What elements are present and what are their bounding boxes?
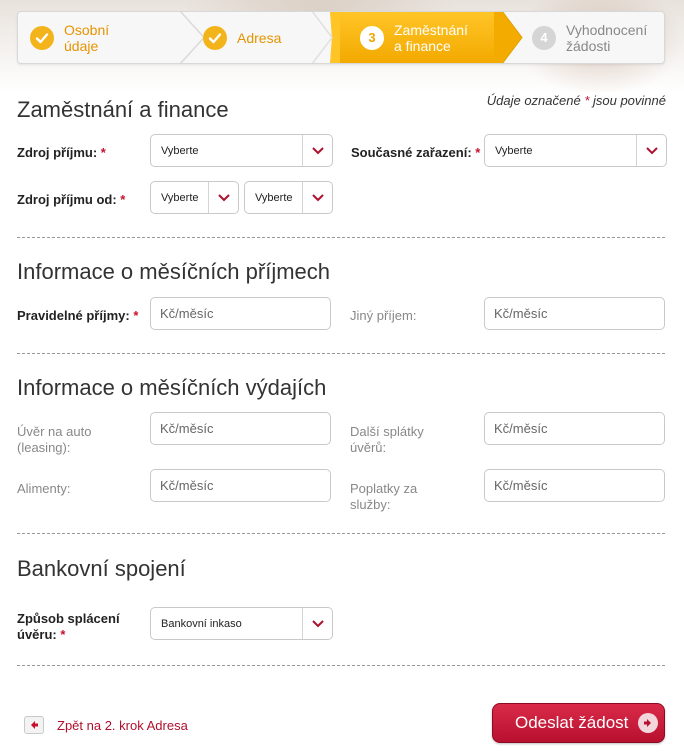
step-label: Zaměstnání a finance (394, 21, 468, 54)
step-label: Vyhodnocení žádosti (566, 21, 648, 54)
section-divider (17, 665, 665, 666)
step-label: Osobní údaje (64, 21, 110, 54)
income-since-label: Zdroj příjmu od: * (17, 192, 126, 207)
section-divider (17, 533, 665, 534)
arrow-left-icon (24, 716, 44, 734)
step-number-badge: 3 (360, 25, 384, 50)
regular-income-input[interactable] (150, 297, 331, 330)
back-to-step-2-link[interactable]: Zpět na 2. krok Adresa (24, 716, 188, 734)
step-employment-finance[interactable]: 3 Zaměstnání a finance (360, 12, 468, 63)
regular-income-label: Pravidelné příjmy: * (17, 308, 139, 323)
step-separator-icon (494, 12, 523, 63)
car-loan-input[interactable] (150, 412, 331, 445)
other-income-label: Jiný příjem: (350, 308, 417, 323)
required-fields-note: Údaje označené * jsou povinné (486, 93, 666, 108)
submit-application-button[interactable]: Odeslat žádost (492, 703, 665, 743)
repayment-method-select[interactable]: Bankovní inkaso (150, 607, 333, 640)
step-number-badge: 4 (532, 25, 556, 50)
chevron-down-icon (302, 135, 332, 166)
chevron-down-icon (302, 182, 332, 213)
income-since-month-select[interactable]: Vyberte (150, 181, 239, 214)
section-divider (17, 353, 665, 354)
services-fees-label: Poplatky za služby: (350, 481, 418, 512)
chevron-down-icon (302, 608, 332, 639)
current-position-label: Současné zařazení: * (351, 145, 481, 160)
progress-steps: Osobní údaje Adresa 3 Zaměstnání a finance… (17, 11, 665, 64)
section-divider (17, 237, 665, 238)
arrow-right-icon (638, 713, 659, 733)
section-title-income: Informace o měsíčních příjmech (17, 259, 331, 284)
car-loan-label: Úvěr na auto (leasing): (17, 424, 92, 455)
income-source-label: Zdroj příjmu: * (17, 145, 106, 160)
alimony-input[interactable] (150, 469, 331, 502)
chevron-down-icon (636, 135, 666, 166)
check-icon (203, 25, 227, 50)
step-label: Adresa (237, 29, 282, 46)
other-income-input[interactable] (484, 297, 665, 330)
step-address[interactable]: Adresa (203, 12, 281, 63)
income-since-year-select[interactable]: Vyberte (244, 181, 333, 214)
check-icon (30, 25, 54, 50)
income-source-select[interactable]: Vyberte (150, 134, 333, 167)
current-position-select[interactable]: Vyberte (484, 134, 667, 167)
step-evaluation[interactable]: 4 Vyhodnocení žádosti (532, 12, 647, 63)
section-title-expenses: Informace o měsíčních výdajích (17, 375, 327, 400)
step-personal-data[interactable]: Osobní údaje (30, 12, 109, 63)
section-title-bank: Bankovní spojení (17, 556, 186, 581)
section-title-employment: Zaměstnání a finance (17, 97, 229, 122)
alimony-label: Alimenty: (17, 481, 71, 496)
services-fees-input[interactable] (484, 469, 665, 502)
chevron-down-icon (208, 182, 238, 213)
step-separator-icon (310, 12, 340, 63)
other-loans-label: Další splátky úvěrů: (350, 424, 424, 455)
repayment-method-label: Způsob splácení úvěru: * (17, 611, 120, 642)
other-loans-input[interactable] (484, 412, 665, 445)
